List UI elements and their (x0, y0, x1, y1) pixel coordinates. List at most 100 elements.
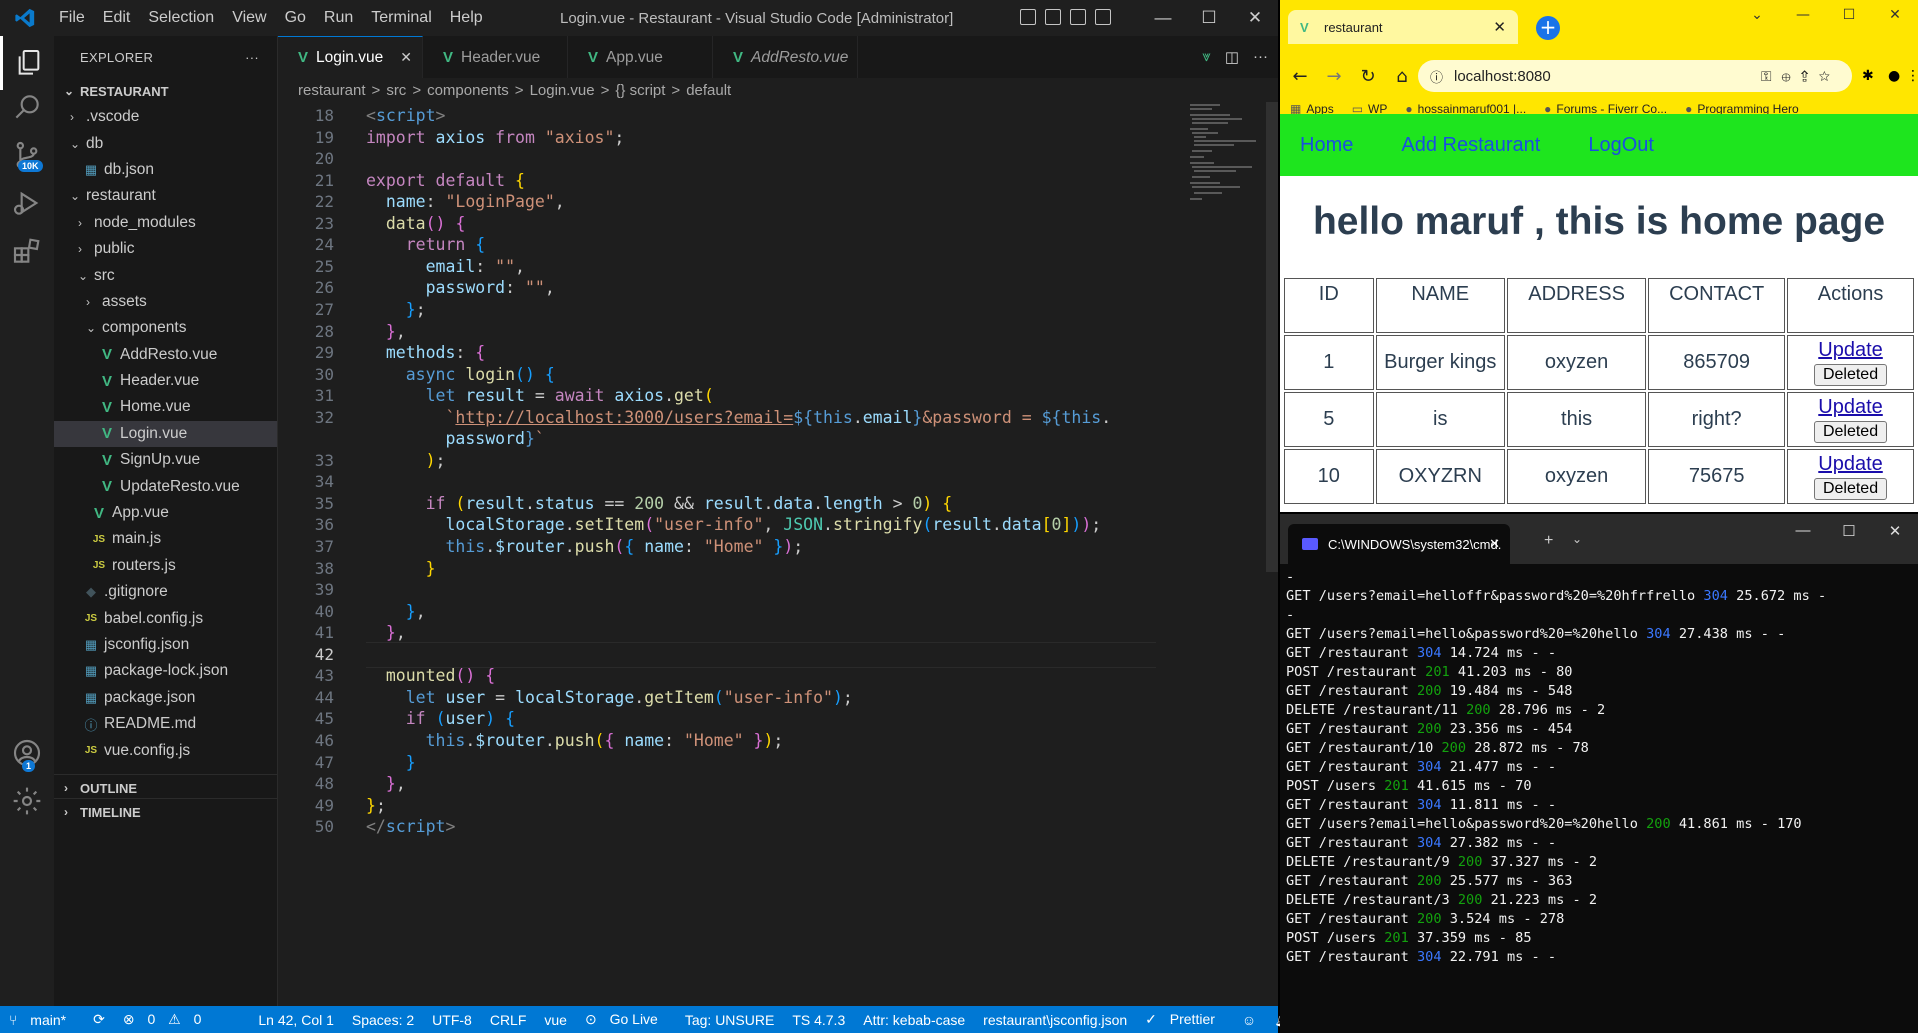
tree-item[interactable]: › node_modules (54, 210, 277, 236)
more-actions-icon[interactable]: ··· (1253, 48, 1268, 66)
tree-item[interactable]: ⌄ src (54, 262, 277, 288)
address-bar[interactable]: ⓘ localhost:8080 ⚿⊕⇪☆ (1418, 60, 1852, 92)
tree-item[interactable]: JS main.js (54, 526, 277, 552)
code-editor[interactable]: 18 <script> 19 import axios from "axios"; 20… (278, 102, 1278, 1006)
close-tab-icon[interactable]: ✕ (1493, 18, 1506, 36)
browser-tab[interactable]: V restaurant ✕ (1288, 10, 1518, 44)
tree-item[interactable]: ⌄ components (54, 315, 277, 341)
home-icon[interactable]: ⌂ (1388, 66, 1416, 87)
tree-item[interactable]: V App.vue (54, 500, 277, 526)
tree-item[interactable]: JS babel.config.js (54, 605, 277, 631)
tree-item[interactable]: ▦ package.json (54, 685, 277, 711)
accounts-icon[interactable]: 1 (0, 726, 54, 780)
eol-status[interactable]: CRLF (481, 1012, 536, 1028)
breadcrumb-item[interactable]: src (386, 82, 406, 99)
update-link[interactable]: Update (1788, 396, 1913, 419)
cursor-position[interactable]: Ln 42, Col 1 (249, 1012, 343, 1028)
code-line[interactable]: } (366, 556, 436, 582)
tree-item[interactable]: JS vue.config.js (54, 737, 277, 763)
explorer-root-folder[interactable]: ⌄ RESTAURANT (54, 78, 277, 104)
tree-item[interactable]: ◆ .gitignore (54, 579, 277, 605)
toggle-secondary-sidebar-icon[interactable] (1070, 9, 1086, 25)
settings-gear-icon[interactable] (0, 774, 54, 828)
prettier-status[interactable]: ✓ Prettier (1136, 1011, 1233, 1028)
maximize-icon[interactable]: ☐ (1826, 0, 1872, 30)
tree-item[interactable]: V UpdateResto.vue (54, 473, 277, 499)
delete-button[interactable]: Deleted (1813, 478, 1888, 500)
source-control-icon[interactable]: 10K (0, 128, 54, 182)
back-icon[interactable]: ← (1286, 66, 1314, 87)
more-actions-icon[interactable]: ··· (245, 50, 259, 65)
extensions-icon[interactable] (0, 224, 54, 278)
code-line[interactable]: ); (366, 448, 446, 474)
feedback-icon[interactable]: ☺ (1233, 1012, 1265, 1028)
menu-view[interactable]: View (223, 9, 275, 27)
code-line[interactable]: this.$router.push({ name: "Home" }); (366, 728, 784, 754)
tree-item[interactable]: V AddResto.vue (54, 342, 277, 368)
minimize-icon[interactable]: — (1780, 0, 1826, 30)
tab-search-icon[interactable]: ⌄ (1734, 0, 1780, 30)
breadcrumb-item[interactable]: default (686, 82, 731, 99)
close-tab-icon[interactable]: ✕ (1489, 536, 1500, 552)
tree-item[interactable]: ⌄ db (54, 130, 277, 156)
minimap[interactable] (1188, 102, 1264, 242)
menu-go[interactable]: Go (276, 9, 315, 27)
nav-link-logout[interactable]: LogOut (1588, 134, 1654, 157)
problems-status[interactable]: ⊗ 0 ⚠ 0 (114, 1011, 220, 1028)
minimize-icon[interactable]: — (1780, 522, 1826, 540)
terminal-tab[interactable]: C:\WINDOWS\system32\cmd. ✕ (1288, 524, 1510, 564)
omnibox-actions[interactable]: ⚿⊕⇪☆ (1761, 68, 1840, 85)
tree-item[interactable]: ⓘ README.md (54, 711, 277, 737)
encoding-status[interactable]: UTF-8 (423, 1012, 481, 1028)
ts-version[interactable]: TS 4.7.3 (783, 1012, 854, 1028)
chevron-down-icon[interactable]: ⌄ (1572, 532, 1582, 546)
tree-item[interactable]: › .vscode (54, 104, 277, 130)
code-line[interactable]: import axios from "axios"; (366, 125, 624, 151)
chrome-menu-icon[interactable]: ⋮ (1906, 68, 1918, 84)
forward-icon[interactable]: → (1320, 66, 1348, 87)
tab-app-vue[interactable]: V App.vue (568, 36, 713, 78)
search-icon[interactable] (0, 80, 54, 134)
editor-scrollbar[interactable] (1266, 102, 1278, 572)
close-tab-icon[interactable]: ✕ (400, 49, 412, 66)
nav-link-home[interactable]: Home (1300, 134, 1353, 157)
sync-icon[interactable]: ⟳ (84, 1011, 114, 1028)
maximize-icon[interactable]: ☐ (1186, 0, 1232, 36)
delete-button[interactable]: Deleted (1813, 421, 1888, 443)
close-icon[interactable]: ✕ (1232, 0, 1278, 36)
site-info-icon[interactable]: ⓘ (1430, 67, 1443, 86)
split-editor-icon[interactable]: ◫ (1225, 48, 1239, 66)
new-tab-icon[interactable]: + (1544, 532, 1553, 550)
breadcrumb-item[interactable]: {} script (615, 82, 665, 99)
tree-item[interactable]: V Home.vue (54, 394, 277, 420)
new-tab-button[interactable]: + (1536, 16, 1560, 40)
tree-item[interactable]: ▦ jsconfig.json (54, 632, 277, 658)
toggle-sidebar-icon[interactable] (1020, 9, 1036, 25)
tree-item[interactable]: › public (54, 236, 277, 262)
menu-terminal[interactable]: Terminal (362, 9, 440, 27)
tab-addresto-vue[interactable]: V AddResto.vue (713, 36, 858, 78)
tree-item[interactable]: ▦ db.json (54, 157, 277, 183)
extensions-icon[interactable]: ✱ (1862, 68, 1874, 84)
attr-status[interactable]: Attr: kebab-case (854, 1012, 974, 1028)
nav-link-add-restaurant[interactable]: Add Restaurant (1401, 134, 1540, 157)
branch-status[interactable]: ⑂ main* (0, 1012, 84, 1028)
code-line[interactable]: </script> (366, 814, 455, 840)
timeline-section[interactable]: › TIMELINE (54, 798, 278, 825)
customize-layout-icon[interactable] (1095, 9, 1111, 25)
reload-icon[interactable]: ↻ (1354, 66, 1382, 87)
tree-item[interactable]: V SignUp.vue (54, 447, 277, 473)
menu-file[interactable]: File (50, 9, 94, 27)
tree-item[interactable]: ▦ package-lock.json (54, 658, 277, 684)
tab-header-vue[interactable]: V Header.vue (423, 36, 568, 78)
close-icon[interactable]: ✕ (1872, 522, 1918, 540)
tree-item[interactable]: V Header.vue (54, 368, 277, 394)
close-icon[interactable]: ✕ (1872, 0, 1918, 30)
terminal-output[interactable]: - GET /users?email=helloffr&password%20=%… (1286, 568, 1826, 967)
tree-item[interactable]: › assets (54, 289, 277, 315)
tree-item[interactable]: ⌄ restaurant (54, 183, 277, 209)
update-link[interactable]: Update (1788, 339, 1913, 362)
vue-preview-icon[interactable]: ⩔ (1202, 48, 1210, 66)
minimize-icon[interactable]: — (1140, 0, 1186, 36)
maximize-icon[interactable]: ☐ (1826, 522, 1872, 540)
